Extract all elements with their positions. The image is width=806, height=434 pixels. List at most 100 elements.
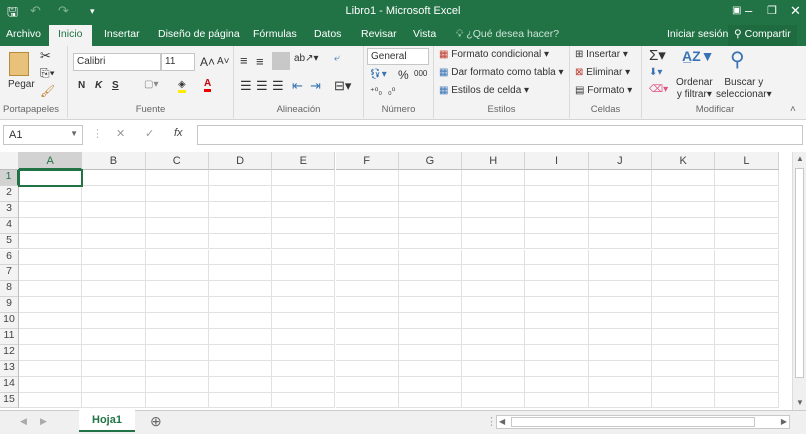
row-header[interactable]: 5	[0, 233, 19, 250]
fill-icon[interactable]: ⬇▾	[649, 67, 662, 78]
cell-D15[interactable]	[208, 392, 273, 409]
cell-B5[interactable]	[82, 233, 146, 250]
row-header[interactable]: 15	[0, 392, 19, 409]
scroll-right-icon[interactable]: ▶	[781, 417, 787, 426]
cell-L13[interactable]	[715, 360, 779, 377]
cell-K6[interactable]	[652, 249, 716, 266]
autosum-icon[interactable]: Σ▾	[649, 46, 666, 64]
cell-E10[interactable]	[272, 313, 336, 329]
minimize-icon[interactable]: –	[745, 3, 752, 18]
insert-function-button[interactable]: fx	[174, 127, 183, 139]
borders-icon[interactable]: ▢▾	[144, 79, 158, 90]
cell-B2[interactable]	[82, 185, 146, 202]
cell-A7[interactable]	[19, 265, 83, 282]
cell-K8[interactable]	[652, 281, 716, 298]
cell-G2[interactable]	[398, 185, 463, 202]
cell-B10[interactable]	[82, 313, 146, 329]
cell-G12[interactable]	[398, 344, 463, 361]
cell-K12[interactable]	[652, 344, 716, 361]
cell-C8[interactable]	[145, 281, 209, 298]
cell-G1[interactable]	[398, 170, 463, 186]
horizontal-scrollbar[interactable]: ◀ ▶	[496, 415, 790, 429]
cell-L4[interactable]	[715, 217, 779, 234]
format-as-table-button[interactable]: ▦ Dar formato como tabla ▾	[439, 67, 564, 78]
cell-C15[interactable]	[145, 392, 209, 409]
cell-L12[interactable]	[715, 344, 779, 361]
cell-K7[interactable]	[652, 265, 716, 282]
cell-I4[interactable]	[525, 217, 589, 234]
font-color-icon[interactable]: A	[204, 78, 212, 92]
collapse-ribbon-icon[interactable]: ˄	[790, 104, 796, 115]
cell-F8[interactable]	[335, 281, 399, 298]
cell-J2[interactable]	[588, 185, 652, 202]
cell-C10[interactable]	[145, 313, 209, 329]
cell-L2[interactable]	[715, 185, 779, 202]
cell-L1[interactable]	[715, 170, 779, 186]
cell-C13[interactable]	[145, 360, 209, 377]
cell-F5[interactable]	[335, 233, 399, 250]
row-header[interactable]: 11	[0, 329, 19, 345]
column-header[interactable]: A	[19, 152, 83, 170]
cell-E6[interactable]	[272, 249, 336, 266]
cell-J8[interactable]	[588, 281, 652, 298]
cell-A15[interactable]	[19, 392, 83, 409]
enter-icon[interactable]: ✓	[145, 127, 154, 140]
cell-K4[interactable]	[652, 217, 716, 234]
cell-I2[interactable]	[525, 185, 589, 202]
cell-K15[interactable]	[652, 392, 716, 409]
cell-D12[interactable]	[208, 344, 273, 361]
cell-D6[interactable]	[208, 249, 273, 266]
cell-B4[interactable]	[82, 217, 146, 234]
font-size-select[interactable]: 11	[161, 53, 195, 71]
underline-button[interactable]: S	[112, 80, 119, 91]
cell-E14[interactable]	[272, 376, 336, 393]
cell-C7[interactable]	[145, 265, 209, 282]
tab-revisar[interactable]: Revisar	[361, 28, 397, 40]
select-all-button[interactable]	[0, 152, 19, 170]
cell-D11[interactable]	[208, 329, 273, 345]
cell-E8[interactable]	[272, 281, 336, 298]
row-header[interactable]: 12	[0, 344, 19, 361]
cell-F3[interactable]	[335, 201, 399, 218]
formula-input[interactable]	[197, 125, 803, 145]
number-format-select[interactable]: General	[367, 48, 429, 65]
cell-J3[interactable]	[588, 201, 652, 218]
align-bottom-icon[interactable]	[272, 52, 290, 70]
cell-C4[interactable]	[145, 217, 209, 234]
cell-F9[interactable]	[335, 297, 399, 314]
scroll-left-icon[interactable]: ◀	[499, 417, 505, 426]
row-header[interactable]: 1	[0, 170, 19, 186]
cell-C11[interactable]	[145, 329, 209, 345]
cell-I10[interactable]	[525, 313, 589, 329]
cell-H1[interactable]	[462, 170, 526, 186]
cell-C1[interactable]	[145, 170, 209, 186]
align-left-icon[interactable]: ☰	[240, 78, 252, 94]
scroll-thumb[interactable]	[511, 417, 755, 427]
cell-K14[interactable]	[652, 376, 716, 393]
cell-I12[interactable]	[525, 344, 589, 361]
cell-D5[interactable]	[208, 233, 273, 250]
increase-indent-icon[interactable]: ⇥	[310, 78, 321, 94]
cell-F7[interactable]	[335, 265, 399, 282]
ribbon-display-icon[interactable]: ▣	[732, 5, 741, 16]
cell-H13[interactable]	[462, 360, 526, 377]
cell-C6[interactable]	[145, 249, 209, 266]
cell-G7[interactable]	[398, 265, 463, 282]
format-painter-icon[interactable]: 🖌︎	[40, 84, 55, 98]
share-button[interactable]: ⚲ Compartir	[728, 25, 797, 46]
cell-G5[interactable]	[398, 233, 463, 250]
align-right-icon[interactable]: ☰	[272, 78, 284, 94]
cell-C2[interactable]	[145, 185, 209, 202]
cell-F6[interactable]	[335, 249, 399, 266]
cell-A14[interactable]	[19, 376, 83, 393]
tab-inicio[interactable]: Inicio	[49, 25, 92, 46]
cell-A5[interactable]	[19, 233, 83, 250]
cell-K3[interactable]	[652, 201, 716, 218]
cell-H11[interactable]	[462, 329, 526, 345]
cell-B6[interactable]	[82, 249, 146, 266]
cell-K1[interactable]	[652, 170, 716, 186]
cell-G8[interactable]	[398, 281, 463, 298]
cell-I13[interactable]	[525, 360, 589, 377]
cell-I5[interactable]	[525, 233, 589, 250]
cell-A13[interactable]	[19, 360, 83, 377]
